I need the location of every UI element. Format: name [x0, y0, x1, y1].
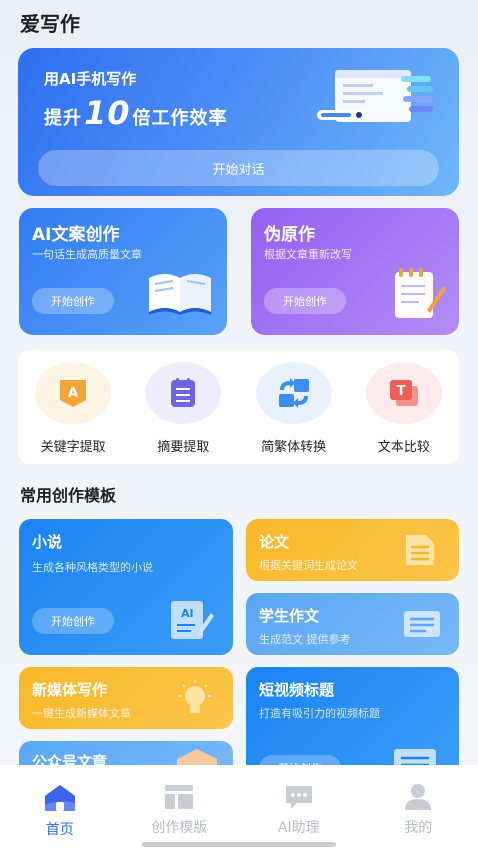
- feature-title: AI文案创作: [32, 225, 120, 245]
- template-title: 论文: [259, 533, 290, 551]
- tool-text-compare[interactable]: T 文本比较: [352, 362, 456, 455]
- notepad-pencil-icon: [395, 268, 446, 318]
- tool-keyword-extract[interactable]: A 关键字提取: [21, 362, 125, 455]
- nav-label: AI助理: [277, 820, 320, 836]
- home-icon: [44, 785, 75, 811]
- bottom-nav: 首页 创作模版 AI助理 我的: [0, 765, 478, 850]
- template-card-novel[interactable]: 小说 生成各种风格类型的小说 开始创作 AI: [19, 519, 233, 655]
- svg-text:A: A: [68, 386, 78, 401]
- template-card-new-media[interactable]: 新媒体写作 一键生成新媒体文章: [19, 667, 233, 729]
- document-icon: [406, 535, 434, 565]
- template-title: 短视频标题: [259, 681, 335, 699]
- svg-text:AI: AI: [181, 607, 194, 620]
- open-book-icon: [149, 274, 211, 315]
- template-desc: 一键生成新媒体文章: [32, 707, 131, 720]
- app-title: 爱写作: [20, 12, 80, 36]
- tool-label: 关键字提取: [40, 440, 106, 455]
- tool-simplified-traditional[interactable]: 简繁体转换: [242, 362, 346, 455]
- keyword-a-icon: A: [35, 362, 112, 424]
- chat-bubble-icon: [285, 786, 312, 809]
- template-card-student-essay[interactable]: 学生作文 生成范文 提供参考: [246, 593, 459, 655]
- nav-home[interactable]: 首页: [10, 783, 110, 850]
- feature-desc: 根据文章重新改写: [264, 248, 352, 261]
- svg-text:T: T: [396, 384, 405, 399]
- template-title: 学生作文: [259, 607, 320, 625]
- template-icon: [165, 785, 194, 809]
- home-indicator: [142, 842, 336, 847]
- start-chat-button[interactable]: 开始对话: [38, 150, 439, 186]
- tools-panel: A 关键字提取 摘要提取 简繁体转换 T 文本比较: [18, 350, 459, 464]
- template-desc: 根据关键词生成论文: [259, 559, 358, 572]
- template-card-short-video-title[interactable]: 短视频标题 打造有吸引力的视频标题 开始创作: [246, 667, 459, 777]
- hero-headline-number: 10: [84, 94, 131, 132]
- start-create-button[interactable]: 开始创作: [264, 288, 346, 314]
- nav-label: 我的: [404, 820, 433, 836]
- start-create-button[interactable]: 开始创作: [32, 608, 114, 634]
- nav-ai-assistant[interactable]: AI助理: [249, 783, 349, 850]
- compare-t-icon: T: [365, 362, 442, 424]
- template-title: 新媒体写作: [32, 681, 108, 699]
- start-create-button[interactable]: 开始创作: [32, 288, 114, 314]
- ai-document-pen-icon: AI: [171, 601, 214, 639]
- hero-banner[interactable]: 用AI手机写作 提升 10 倍工作效率 开始对话: [18, 48, 459, 196]
- summary-list-icon: [145, 362, 222, 424]
- template-card-paper[interactable]: 论文 根据关键词生成论文: [246, 519, 459, 581]
- user-icon: [405, 784, 432, 810]
- lightbulb-icon: [179, 680, 211, 713]
- convert-arrows-icon: [255, 362, 332, 424]
- nav-label: 创作模版: [151, 820, 208, 836]
- hero-subtitle: 用AI手机写作: [44, 70, 137, 88]
- nav-templates[interactable]: 创作模版: [129, 783, 229, 850]
- tool-label: 简繁体转换: [261, 440, 327, 455]
- tool-summary-extract[interactable]: 摘要提取: [131, 362, 235, 455]
- nav-label: 首页: [45, 822, 74, 838]
- tool-label: 摘要提取: [157, 440, 210, 455]
- text-card-icon: [404, 611, 440, 637]
- feature-card-ai-copywriting[interactable]: AI文案创作 一句话生成高质量文章 开始创作: [19, 208, 227, 335]
- hero-headline-suffix: 倍工作效率: [132, 108, 228, 129]
- template-desc: 生成范文 提供参考: [259, 633, 351, 646]
- feature-desc: 一句话生成高质量文章: [32, 248, 142, 261]
- template-title: 小说: [32, 533, 63, 551]
- tool-label: 文本比较: [377, 440, 430, 455]
- hero-headline: 提升 10 倍工作效率: [44, 94, 228, 132]
- template-desc: 生成各种风格类型的小说: [32, 561, 153, 574]
- feature-title: 伪原作: [264, 225, 315, 245]
- template-desc: 打造有吸引力的视频标题: [259, 707, 380, 720]
- ai-screen-illustration-icon: [317, 70, 433, 122]
- section-title-templates: 常用创作模板: [20, 486, 117, 505]
- feature-card-rewrite[interactable]: 伪原作 根据文章重新改写 开始创作: [251, 208, 459, 335]
- nav-profile[interactable]: 我的: [368, 783, 468, 850]
- hero-headline-prefix: 提升: [44, 108, 82, 129]
